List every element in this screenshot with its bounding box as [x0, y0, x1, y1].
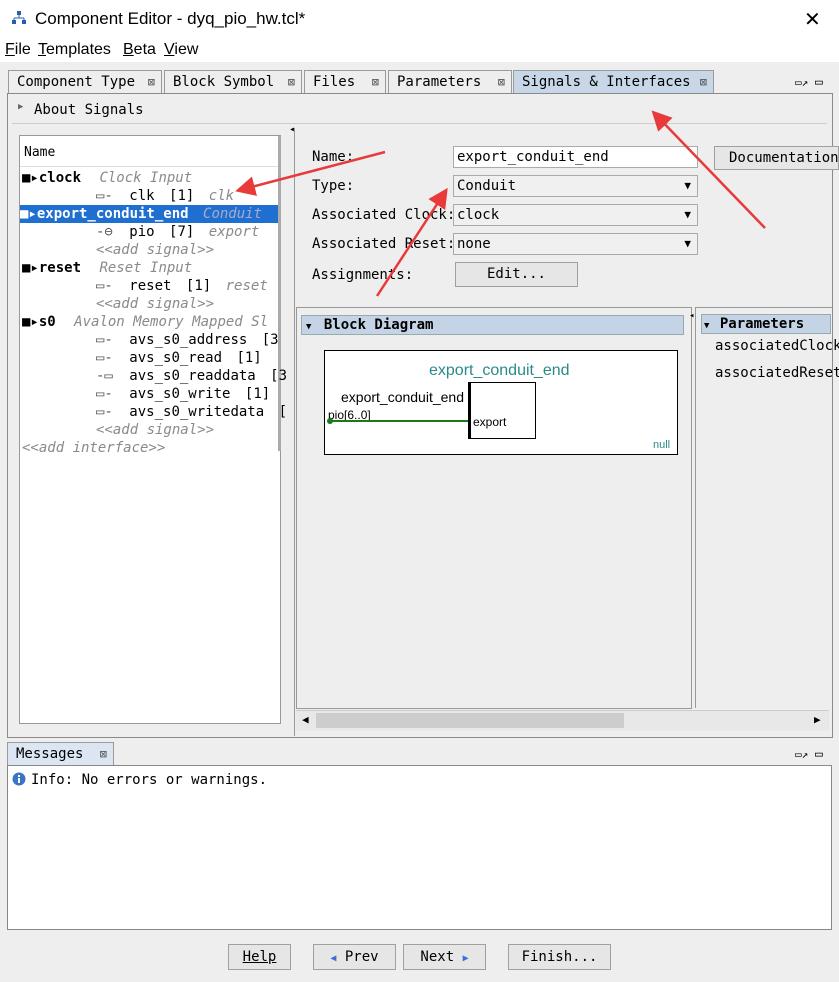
tree-interface-clock[interactable]: ■▸clock Clock Input [22, 169, 192, 187]
prev-button[interactable]: ◀ Prev [313, 944, 396, 970]
scroll-thumb[interactable] [316, 713, 624, 728]
menu-templates[interactable]: Templates [38, 41, 111, 59]
next-arrow-icon: ▶ [462, 953, 469, 964]
menu-view[interactable]: View [164, 41, 198, 59]
add-signal-link[interactable]: <<add signal>> [96, 421, 214, 439]
tree-signal-avs-s0-address[interactable]: ▭- avs_s0_address [3 [96, 331, 279, 349]
tab-signals-interfaces[interactable]: Signals & Interfaces ⊠ [513, 70, 714, 93]
restore-icon[interactable]: ▭↗ [795, 76, 808, 89]
tab-block-symbol[interactable]: Block Symbol ⊠ [164, 70, 302, 93]
tree-signal-pio[interactable]: -⊖ pio [7] export [96, 223, 259, 241]
tree-signal-avs-s0-writedata[interactable]: ▭- avs_s0_writedata [ [96, 403, 287, 421]
signal-in-icon: ▭- [96, 278, 113, 294]
tree-signal-reset[interactable]: ▭- reset [1] reset [96, 277, 268, 295]
parameters-header[interactable]: ▼ Parameters [701, 314, 831, 334]
signal-in-icon: ▭- [96, 188, 113, 204]
close-tab-icon[interactable]: ⊠ [700, 71, 707, 94]
name-input[interactable]: export_conduit_end [453, 146, 698, 168]
maximize-icon[interactable]: ▭ [815, 75, 823, 90]
window-title: Component Editor - dyq_pio_hw.tcl* [35, 9, 306, 28]
interface-icon: ■▸ [22, 260, 39, 276]
collapse-icon[interactable]: ▼ [704, 321, 709, 331]
about-signals-bar[interactable]: ▶ About Signals [12, 97, 827, 124]
tab-messages[interactable]: Messages ⊠ [7, 742, 114, 765]
menu-file[interactable]: File [5, 41, 31, 59]
message-text: Info: No errors or warnings. [31, 772, 268, 788]
maximize-icon[interactable]: ▭ [815, 747, 823, 762]
add-interface-link[interactable]: <<add interface>> [22, 439, 165, 457]
scroll-left-icon[interactable]: ◀ [302, 713, 309, 726]
app-icon [12, 11, 26, 29]
signal-in-icon: ▭- [96, 332, 113, 348]
signal-out-icon: -▭ [96, 368, 113, 384]
diagram-interface-label: export_conduit_end [341, 389, 464, 405]
signal-in-icon: ▭- [96, 404, 113, 420]
chevron-down-icon: ▼ [684, 208, 691, 221]
signal-in-icon: ▭- [96, 350, 113, 366]
tree-header: Name [20, 136, 278, 167]
associated-reset-select[interactable]: none ▼ [453, 233, 698, 255]
documentation-button[interactable]: Documentation [714, 146, 839, 170]
menu-bar: File Templates Beta View [0, 38, 839, 62]
add-signal-link[interactable]: <<add signal>> [96, 295, 214, 313]
interface-icon: ■▸ [22, 314, 39, 330]
close-window-button[interactable]: ✕ [804, 7, 821, 31]
collapse-icon[interactable]: ▼ [306, 322, 311, 332]
signal-in-icon: ▭- [96, 386, 113, 402]
close-tab-icon[interactable]: ⊠ [372, 71, 379, 94]
chevron-down-icon: ▼ [684, 237, 691, 250]
param-associated-reset: associatedReset [715, 365, 839, 381]
info-icon [12, 772, 26, 790]
scroll-right-icon[interactable]: ▶ [814, 713, 821, 726]
splitter-left-arrow[interactable]: ◂ [689, 311, 694, 321]
diagram-null-label: null [653, 439, 671, 451]
tree-interface-reset[interactable]: ■▸reset Reset Input [22, 259, 192, 277]
close-tab-icon[interactable]: ⊠ [100, 743, 107, 766]
tree-signal-avs-s0-readdata[interactable]: -▭ avs_s0_readdata [3 [96, 367, 287, 385]
tab-component-type[interactable]: Component Type ⊠ [8, 70, 162, 93]
type-label: Type: [312, 178, 355, 194]
block-diagram-canvas: export_conduit_end export_conduit_end pi… [324, 350, 678, 455]
type-select[interactable]: Conduit ▼ [453, 175, 698, 197]
block-diagram-header[interactable]: ▼ Block Diagram [301, 315, 684, 335]
add-signal-link[interactable]: <<add signal>> [96, 241, 214, 259]
signal-bidir-icon: -⊖ [96, 224, 113, 240]
tab-parameters[interactable]: Parameters ⊠ [388, 70, 512, 93]
horizontal-scrollbar[interactable]: ◀ ▶ [296, 710, 829, 731]
title-bar: Component Editor - dyq_pio_hw.tcl* ✕ [0, 0, 839, 38]
associated-clock-select[interactable]: clock ▼ [453, 204, 698, 226]
tree-signal-clk[interactable]: ▭- clk [1] clk [96, 187, 234, 205]
help-button[interactable]: Help [228, 944, 291, 970]
restore-icon[interactable]: ▭↗ [795, 748, 808, 761]
diagram-component-name: export_conduit_end [429, 362, 570, 379]
assignments-label: Assignments: [312, 267, 414, 283]
messages-panel: Info: No errors or warnings. [7, 765, 832, 930]
tree-interface-s0[interactable]: ■▸s0 Avalon Memory Mapped Sl [22, 313, 268, 331]
edit-assignments-button[interactable]: Edit... [455, 262, 578, 287]
expand-icon[interactable]: ▶ [18, 102, 23, 112]
param-associated-clock: associatedClock [715, 338, 839, 354]
prev-arrow-icon: ◀ [330, 953, 337, 964]
tree-signal-avs-s0-write[interactable]: ▭- avs_s0_write [1] [96, 385, 270, 403]
tree-header-label: Name [24, 145, 56, 160]
finish-button[interactable]: Finish... [508, 944, 611, 970]
interface-icon: ■▸ [22, 170, 39, 186]
close-tab-icon[interactable]: ⊠ [498, 71, 505, 94]
chevron-down-icon: ▼ [684, 179, 691, 192]
close-tab-icon[interactable]: ⊠ [148, 71, 155, 94]
about-signals-label: About Signals [34, 102, 144, 118]
diagram-connection-line [327, 418, 469, 424]
associated-clock-label: Associated Clock: [312, 207, 456, 223]
menu-beta[interactable]: Beta [123, 41, 156, 59]
tree-interface-export-conduit-end[interactable]: ■▸export_conduit_end Conduit [20, 205, 278, 223]
associated-reset-label: Associated Reset: [312, 236, 456, 252]
diagram-export-box: export [468, 382, 536, 439]
tree-signal-avs-s0-read[interactable]: ▭- avs_s0_read [1] [96, 349, 262, 367]
close-tab-icon[interactable]: ⊠ [288, 71, 295, 94]
tab-files[interactable]: Files ⊠ [304, 70, 386, 93]
diagram-export-label: export [473, 415, 507, 429]
interface-icon: ■▸ [20, 206, 37, 222]
next-button[interactable]: Next ▶ [403, 944, 486, 970]
name-label: Name: [312, 149, 355, 165]
